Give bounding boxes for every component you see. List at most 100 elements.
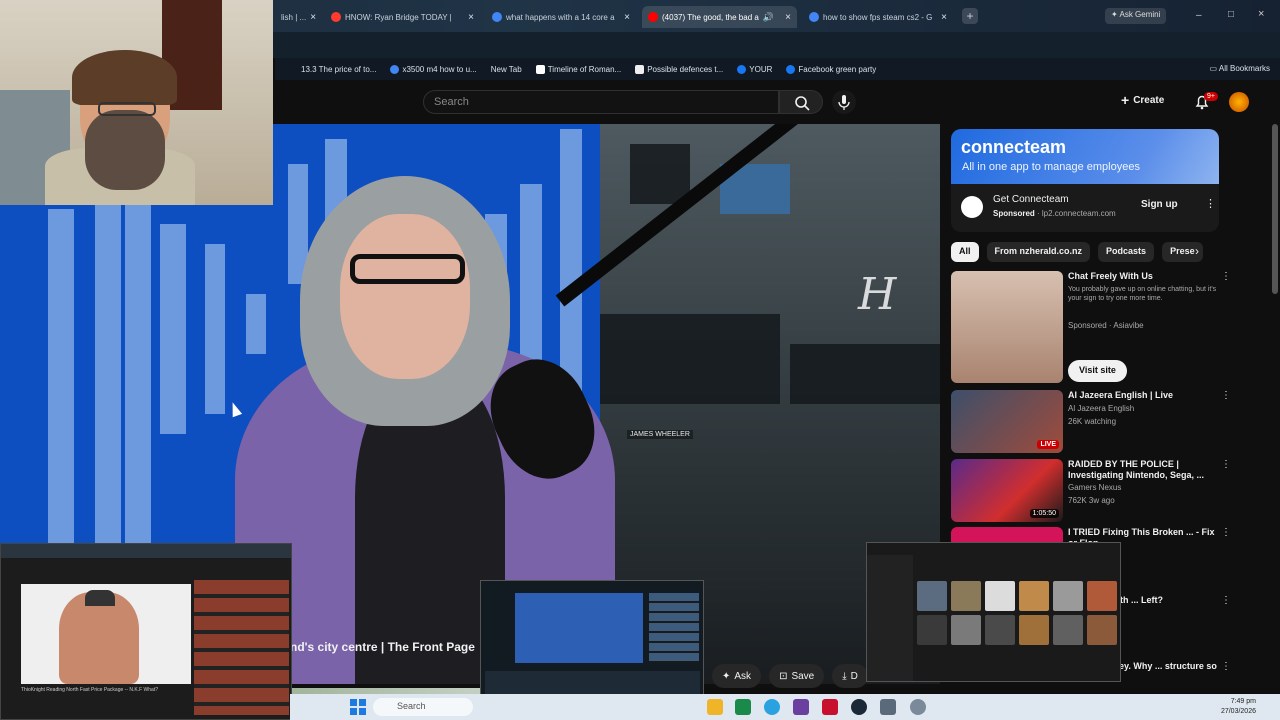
visit-site-button[interactable]: Visit site (1068, 360, 1127, 382)
bookmark-item[interactable]: Timeline of Roman... (535, 64, 621, 74)
all-bookmarks-button[interactable]: ▭ All Bookmarks (1210, 64, 1270, 73)
app-icon[interactable] (735, 699, 751, 715)
sponsored-label: Sponsored (993, 209, 1035, 218)
app-icon[interactable] (793, 699, 809, 715)
recommendation-item[interactable]: LIVE Al Jazeera English | Live Al Jazeer… (951, 390, 1241, 453)
tab-label: (4037) The good, the bad a (662, 12, 759, 22)
recommendation-item[interactable]: 1:05:50 RAIDED BY THE POLICE | Investiga… (951, 459, 1241, 522)
chevron-right-icon[interactable]: › (1195, 244, 1199, 258)
search-input[interactable]: Search (423, 90, 779, 114)
more-vert-icon[interactable]: ⋮ (1221, 595, 1231, 606)
maximize-button[interactable]: □ (1228, 9, 1234, 20)
plus-icon: + (1121, 92, 1130, 108)
settings-gear-icon[interactable] (910, 699, 926, 715)
close-icon[interactable]: × (785, 12, 791, 23)
close-icon[interactable]: × (468, 12, 474, 23)
bookmark-item[interactable]: 13.3 The price of to... (301, 65, 376, 74)
game-controller-icon[interactable] (880, 699, 896, 715)
more-vert-icon[interactable]: ⋮ (1221, 390, 1231, 401)
telegram-icon[interactable] (764, 699, 780, 715)
grid-image (951, 581, 981, 611)
more-vert-icon[interactable]: ⋮ (1205, 197, 1216, 210)
bookmark-item[interactable]: New Tab (491, 65, 522, 74)
taskbar-search[interactable]: Search (373, 698, 473, 716)
browser-tab[interactable]: what happens with a 14 core a × (486, 6, 636, 28)
taskbar-clock[interactable]: 7:49 pm 27/03/2026 (1221, 697, 1256, 717)
preview-window-right[interactable] (866, 542, 1121, 682)
notification-badge: 9+ (1204, 92, 1218, 101)
background-bar (246, 294, 266, 354)
file-explorer-icon[interactable] (707, 699, 723, 715)
bookmark-item[interactable]: Possible defences t... (635, 64, 724, 74)
voice-search-button[interactable] (832, 90, 856, 114)
google-favicon-icon (809, 12, 819, 22)
bookmark-item[interactable]: YOUR (737, 64, 772, 74)
ad-card[interactable]: connecteam All in one app to manage empl… (951, 129, 1219, 232)
preview-video (515, 593, 643, 663)
bookmark-item[interactable]: Facebook green party (786, 64, 876, 74)
create-button[interactable]: + Create (1121, 92, 1164, 108)
tab-label: how to show fps steam cs2 - G (823, 12, 933, 22)
bookmark-item[interactable]: x3500 m4 how to u... (390, 64, 477, 74)
connecteam-logo-icon (961, 196, 983, 218)
steam-icon[interactable] (851, 699, 867, 715)
search-button[interactable] (779, 90, 823, 114)
browser-tab[interactable]: HNOW: Ryan Bridge TODAY | × (325, 6, 480, 28)
all-bookmarks-label: All Bookmarks (1218, 64, 1270, 73)
minimize-button[interactable]: – (1196, 10, 1202, 21)
streamer-beard (85, 110, 165, 190)
grid-image (1019, 581, 1049, 611)
close-icon[interactable]: × (310, 12, 316, 23)
channel-name: Sponsored · Asiavibe (1068, 321, 1144, 330)
more-vert-icon[interactable]: ⋮ (1221, 527, 1231, 538)
chip-podcasts[interactable]: Podcasts (1098, 242, 1155, 262)
app-icon[interactable] (822, 699, 838, 715)
preview-window-middle[interactable] (480, 580, 704, 712)
video-thumbnail: LIVE (951, 390, 1063, 453)
microphone-icon (838, 95, 850, 110)
chip-nzherald[interactable]: From nzherald.co.nz (986, 242, 1091, 262)
grid-image (985, 615, 1015, 645)
browser-tab[interactable]: how to show fps steam cs2 - G × (803, 6, 953, 28)
preview-sidebar (194, 580, 289, 715)
preview-window-left[interactable]: ThioKnight Reading North Fast Price Pack… (0, 543, 292, 720)
grid-image (1019, 615, 1049, 645)
browser-tab-active[interactable]: (4037) The good, the bad a 🔊 × (642, 6, 797, 28)
signup-button[interactable]: Sign up (1141, 199, 1178, 210)
bookmark-label: Possible defences t... (647, 64, 724, 74)
avatar[interactable] (1229, 92, 1249, 112)
cl-icon (635, 64, 645, 74)
close-icon[interactable]: × (941, 12, 947, 23)
clock-date: 27/03/2026 (1220, 708, 1256, 715)
google-icon (390, 64, 400, 74)
browser-tab[interactable]: lish | ... × (275, 6, 319, 28)
grid-image (951, 615, 981, 645)
monitor (630, 144, 690, 204)
window-close-button[interactable]: × (1258, 8, 1264, 20)
desk (790, 344, 940, 404)
more-vert-icon[interactable]: ⋮ (1221, 271, 1231, 282)
more-vert-icon[interactable]: ⋮ (1221, 459, 1231, 470)
close-icon[interactable]: × (624, 12, 630, 23)
preview-sidebar (649, 593, 699, 663)
live-badge: LIVE (1037, 440, 1059, 449)
new-tab-button[interactable]: + (962, 8, 978, 24)
create-label: Create (1133, 94, 1165, 106)
windows-start-icon[interactable] (350, 699, 366, 715)
video-title: RAIDED BY THE POLICE | Investigating Nin… (1068, 459, 1205, 480)
ask-gemini-button[interactable]: ✦ Ask Gemini (1105, 8, 1167, 24)
ask-button[interactable]: ✦ Ask (712, 664, 762, 688)
scrollbar[interactable] (1272, 124, 1278, 294)
save-button[interactable]: ⊡ Save (769, 664, 825, 688)
chip-all[interactable]: All (951, 242, 979, 262)
name-tag: JAMES WHEELER (627, 430, 693, 439)
background-bar (95, 184, 121, 584)
bookmark-label: 13.3 The price of to... (301, 64, 377, 74)
preview-caption: ThioKnight Reading North Fast Price Pack… (21, 687, 159, 693)
download-button[interactable]: ⤓ D (832, 664, 868, 688)
speaker-icon[interactable]: 🔊 (763, 12, 774, 23)
windows-taskbar: Search 7:49 pm 27/03/2026 (290, 694, 1280, 720)
tab-label: lish | ... (281, 12, 307, 22)
more-vert-icon[interactable]: ⋮ (1221, 661, 1231, 672)
preview-headphones (85, 590, 115, 606)
